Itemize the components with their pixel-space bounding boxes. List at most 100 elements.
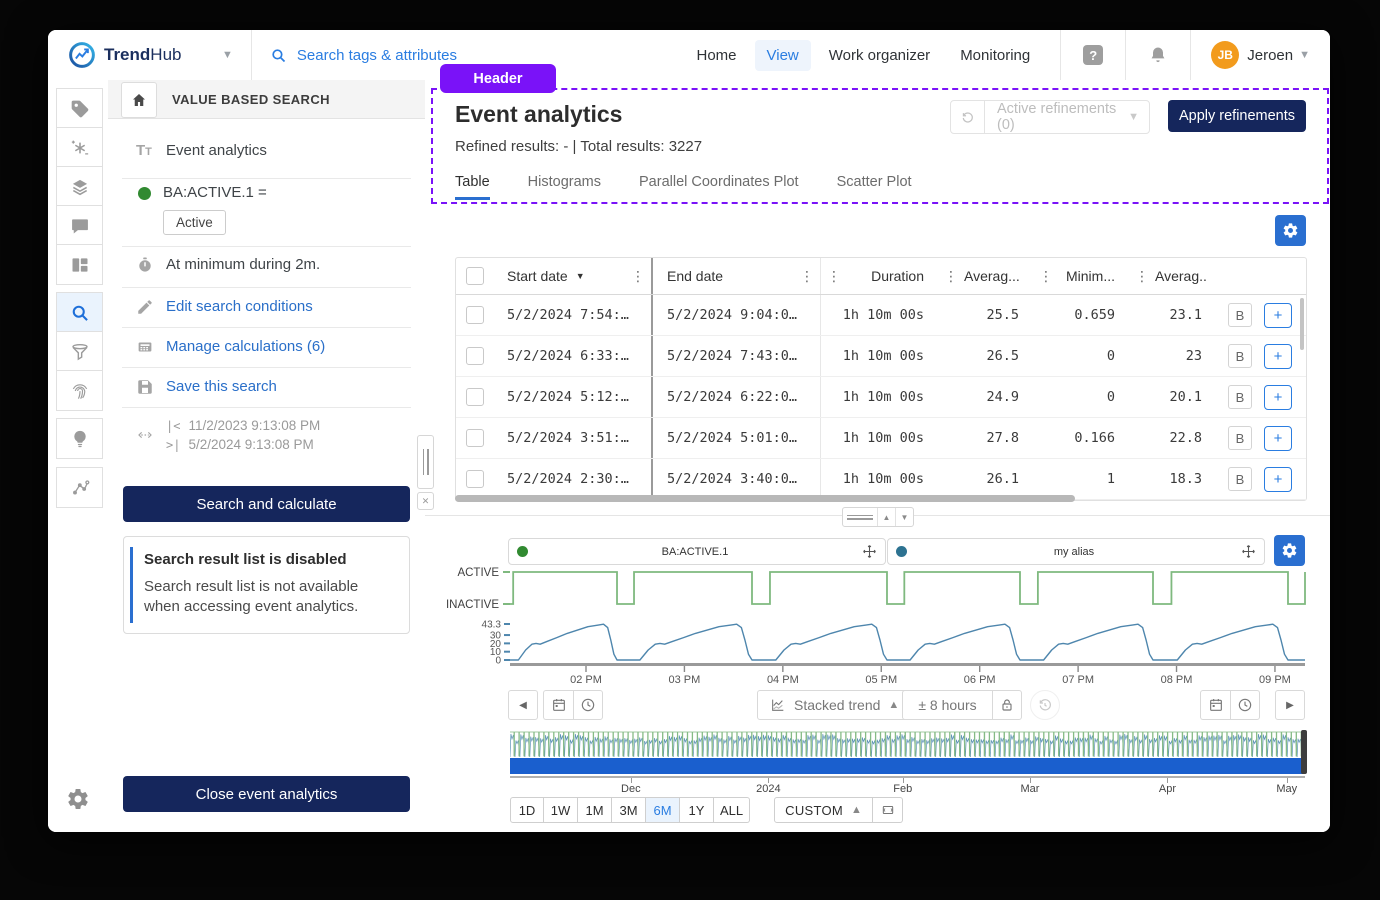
splitter-grip-icon[interactable] — [417, 435, 434, 489]
help-icon[interactable]: ? — [1083, 45, 1103, 65]
time-window-button[interactable]: ± 8 hours — [902, 690, 992, 720]
row-checkbox[interactable] — [456, 429, 493, 447]
brand[interactable]: TrendHub — [48, 41, 218, 69]
scrollbar-thumb[interactable] — [455, 495, 1075, 502]
column-menu-icon[interactable]: ⋮ — [821, 268, 847, 285]
rail-item-layers[interactable] — [56, 166, 103, 207]
table-row[interactable]: 5/2/2024 5:12:…5/2/2024 6:22:0…1h 10m 00… — [456, 377, 1306, 418]
zoom-1m-button[interactable]: 1M — [578, 797, 612, 823]
close-event-analytics-button[interactable]: Close event analytics — [123, 776, 410, 812]
tab-parallel-coordinates-plot[interactable]: Parallel Coordinates Plot — [639, 174, 799, 200]
rail-item-search[interactable] — [56, 292, 103, 333]
badge-b-button[interactable]: B — [1228, 385, 1252, 409]
apply-refinements-button[interactable]: Apply refinements — [1168, 100, 1306, 132]
column-header-6[interactable]: ⋮Averag.. — [1129, 258, 1216, 294]
search-and-calculate-button[interactable]: Search and calculate — [123, 486, 410, 522]
chart-settings-button[interactable] — [1274, 535, 1305, 566]
add-row-button[interactable]: + — [1264, 467, 1292, 492]
pane-splitter[interactable]: ▲ ▼ — [842, 507, 914, 527]
home-button[interactable] — [121, 82, 157, 118]
table-horizontal-scrollbar[interactable] — [455, 495, 1305, 502]
add-row-button[interactable]: + — [1264, 303, 1292, 328]
table-row[interactable]: 5/2/2024 6:33:…5/2/2024 7:43:0…1h 10m 00… — [456, 336, 1306, 377]
column-menu-icon[interactable]: ⋮ — [1033, 268, 1059, 285]
overview-strip[interactable] — [510, 730, 1305, 774]
nav-item-home[interactable]: Home — [684, 40, 748, 71]
collapse-up-button[interactable]: ▲ — [877, 508, 895, 526]
table-row[interactable]: 5/2/2024 3:51:…5/2/2024 5:01:0…1h 10m 00… — [456, 418, 1306, 459]
badge-b-button[interactable]: B — [1228, 303, 1252, 327]
tab-scatter-plot[interactable]: Scatter Plot — [837, 174, 912, 200]
range-handle[interactable] — [1301, 730, 1307, 774]
calendar-button[interactable] — [543, 690, 573, 720]
move-icon[interactable] — [1241, 544, 1256, 559]
settings-gear-icon[interactable] — [66, 787, 90, 811]
pan-right-button[interactable]: ▶ — [1275, 690, 1305, 720]
brand-chevron-down-icon[interactable]: ▼ — [222, 49, 233, 61]
nav-item-monitoring[interactable]: Monitoring — [948, 40, 1042, 71]
edit-search-conditions-link[interactable]: Edit search conditions — [108, 298, 425, 318]
sort-desc-icon[interactable]: ▼ — [576, 271, 585, 281]
rail-item-filter[interactable] — [56, 331, 103, 372]
column-menu-icon[interactable]: ⋮ — [1129, 268, 1155, 285]
user-avatar[interactable]: JB — [1211, 41, 1239, 69]
zoom-1d-button[interactable]: 1D — [510, 797, 544, 823]
column-menu-icon[interactable]: ⋮ — [938, 268, 964, 285]
clock-button[interactable] — [1230, 690, 1260, 720]
collapse-panel-button[interactable]: ✕ — [417, 492, 434, 510]
row-checkbox[interactable] — [456, 388, 493, 406]
selected-range-bar[interactable] — [510, 758, 1305, 774]
badge-b-button[interactable]: B — [1228, 426, 1252, 450]
expand-range-icon[interactable] — [873, 797, 903, 823]
column-header-3[interactable]: ⋮Duration — [821, 258, 938, 294]
rail-item-dashboards[interactable] — [56, 244, 103, 285]
column-header-5[interactable]: ⋮Minim... — [1033, 258, 1129, 294]
select-all-checkbox[interactable] — [456, 267, 493, 285]
tab-table[interactable]: Table — [455, 174, 490, 200]
add-row-button[interactable]: + — [1264, 426, 1292, 451]
column-menu-icon[interactable]: ⋮ — [625, 268, 651, 285]
row-checkbox[interactable] — [456, 306, 493, 324]
checkbox-icon[interactable] — [466, 347, 484, 365]
pan-left-button[interactable]: ◀ — [508, 690, 538, 720]
zoom-6m-button[interactable]: 6M — [646, 797, 680, 823]
column-header-4[interactable]: ⋮Averag... — [938, 258, 1033, 294]
checkbox-icon[interactable] — [466, 429, 484, 447]
lock-button[interactable] — [992, 690, 1022, 720]
user-menu-chevron-down-icon[interactable]: ▼ — [1299, 49, 1310, 61]
save-search-link[interactable]: Save this search — [108, 378, 425, 398]
rail-item-comments[interactable] — [56, 205, 103, 246]
row-checkbox[interactable] — [456, 470, 493, 488]
zoom-all-button[interactable]: ALL — [714, 797, 750, 823]
table-row[interactable]: 5/2/2024 2:30:…5/2/2024 3:40:0…1h 10m 00… — [456, 459, 1306, 500]
custom-range-button[interactable]: CUSTOM▲ — [774, 797, 873, 823]
rail-item-fingerprint[interactable] — [56, 370, 103, 411]
badge-b-button[interactable]: B — [1228, 344, 1252, 368]
global-search[interactable]: Search tags & attributes — [252, 47, 457, 64]
zoom-1w-button[interactable]: 1W — [544, 797, 578, 823]
trend-mode-dropdown[interactable]: Stacked trend ▲ — [757, 690, 912, 720]
column-menu-icon[interactable]: ⋮ — [794, 268, 820, 285]
add-row-button[interactable]: + — [1264, 344, 1292, 369]
badge-b-button[interactable]: B — [1228, 467, 1252, 491]
checkbox-icon[interactable] — [466, 388, 484, 406]
table-vertical-scrollbar[interactable] — [1300, 298, 1304, 350]
rail-item-calculations[interactable] — [56, 127, 103, 168]
row-checkbox[interactable] — [456, 347, 493, 365]
tab-histograms[interactable]: Histograms — [528, 174, 601, 200]
checkbox-icon[interactable] — [466, 306, 484, 324]
panel-splitter[interactable]: ✕ — [417, 435, 434, 510]
notifications-bell-icon[interactable] — [1148, 45, 1168, 65]
legend-chip-ba-active[interactable]: BA:ACTIVE.1 — [508, 538, 886, 565]
manage-calculations-link[interactable]: Manage calculations (6) — [108, 338, 425, 358]
clock-button[interactable] — [573, 690, 603, 720]
rail-item-tags[interactable] — [56, 88, 103, 129]
table-row[interactable]: 5/2/2024 7:54:…5/2/2024 9:04:0…1h 10m 00… — [456, 295, 1306, 336]
legend-chip-my-alias[interactable]: my alias — [887, 538, 1265, 565]
zoom-3m-button[interactable]: 3M — [612, 797, 646, 823]
table-settings-button[interactable] — [1275, 215, 1306, 246]
column-header-2[interactable]: End date⋮ — [653, 258, 821, 294]
zoom-1y-button[interactable]: 1Y — [680, 797, 714, 823]
rail-item-ideas[interactable] — [56, 418, 103, 459]
column-header-1[interactable]: Start date▼⋮ — [493, 258, 653, 294]
